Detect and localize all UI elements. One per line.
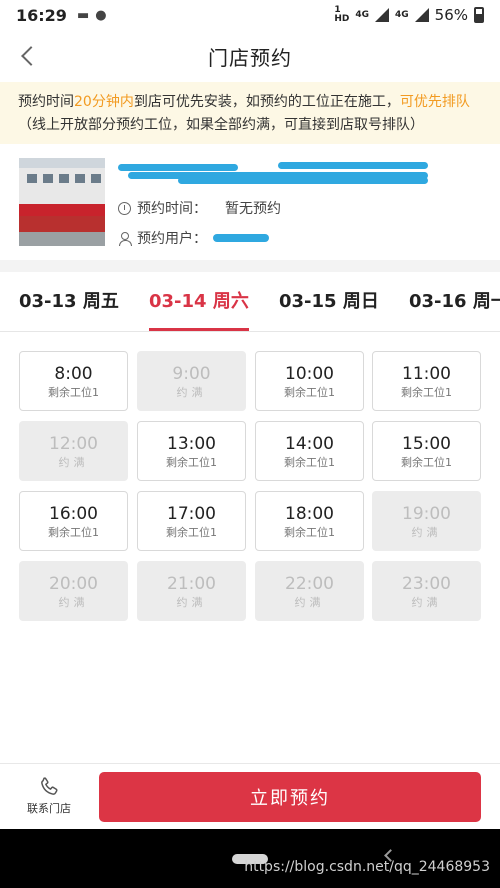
slot-status: 剩余工位1 bbox=[166, 526, 217, 539]
slot-status: 剩余工位1 bbox=[166, 456, 217, 469]
slot-time: 20:00 bbox=[49, 574, 98, 594]
time-slot: 19:00 约满 bbox=[372, 491, 481, 551]
store-card: 预约时间： 暂无预约 预约用户： bbox=[0, 150, 500, 255]
title-bar: 门店预约 bbox=[0, 30, 500, 82]
time-slot[interactable]: 15:00 剩余工位1 bbox=[372, 421, 481, 481]
date-tab-0313[interactable]: 03-13 周五 bbox=[19, 272, 119, 331]
date-tab-0315[interactable]: 03-15 周日 bbox=[279, 272, 379, 331]
slot-time: 23:00 bbox=[402, 574, 451, 594]
booking-time-label: 预约时间： bbox=[137, 201, 207, 217]
section-divider bbox=[0, 260, 500, 272]
date-tab-0314[interactable]: 03-14 周六 bbox=[149, 272, 249, 331]
time-slot[interactable]: 10:00 剩余工位1 bbox=[255, 351, 364, 411]
time-slot[interactable]: 16:00 剩余工位1 bbox=[19, 491, 128, 551]
contact-store-label: 联系门店 bbox=[27, 802, 71, 815]
slot-status: 约满 bbox=[176, 386, 207, 399]
book-now-button[interactable]: 立即预约 bbox=[99, 772, 481, 822]
time-slot: 21:00 约满 bbox=[137, 561, 246, 621]
date-tab-0316[interactable]: 03-16 周一 bbox=[409, 272, 500, 331]
notice-highlight-1: 20分钟内 bbox=[74, 94, 134, 110]
slot-time: 12:00 bbox=[49, 434, 98, 454]
time-slot: 23:00 约满 bbox=[372, 561, 481, 621]
user-icon bbox=[118, 231, 132, 246]
notice-highlight-2: 可优先排队 bbox=[399, 94, 470, 110]
notice-text-1: 预约时间 bbox=[18, 94, 74, 110]
time-slot[interactable]: 11:00 剩余工位1 bbox=[372, 351, 481, 411]
battery-icon bbox=[474, 7, 484, 23]
slot-time: 11:00 bbox=[402, 364, 451, 384]
system-nav-bar: https://blog.csdn.net/qq_24468953 bbox=[0, 829, 500, 888]
notice-text-3: （线上开放部分预约工位，如果全部约满，可直接到店取号排队） bbox=[18, 117, 424, 133]
sim-badge: 1 HD bbox=[334, 5, 350, 24]
battery-percent: 56% bbox=[434, 6, 468, 24]
slot-time: 10:00 bbox=[285, 364, 334, 384]
slot-status: 约满 bbox=[411, 526, 442, 539]
slot-status: 剩余工位1 bbox=[48, 386, 99, 399]
time-slot[interactable]: 14:00 剩余工位1 bbox=[255, 421, 364, 481]
time-slot[interactable]: 18:00 剩余工位1 bbox=[255, 491, 364, 551]
notice-text-2: 到店可优先安装，如预约的工位正在施工， bbox=[133, 94, 400, 110]
slot-time: 15:00 bbox=[402, 434, 451, 454]
slot-time: 17:00 bbox=[167, 504, 216, 524]
slot-status: 剩余工位1 bbox=[48, 526, 99, 539]
slot-time: 16:00 bbox=[49, 504, 98, 524]
slot-time: 14:00 bbox=[285, 434, 334, 454]
slot-status: 约满 bbox=[58, 596, 89, 609]
time-slot: 9:00 约满 bbox=[137, 351, 246, 411]
signal-icon-2 bbox=[414, 8, 429, 22]
bottom-bar: 联系门店 立即预约 bbox=[0, 763, 500, 829]
store-name-redacted bbox=[118, 160, 436, 184]
slot-status: 约满 bbox=[294, 596, 325, 609]
slot-time: 8:00 bbox=[54, 364, 93, 384]
booking-time-row: 预约时间： 暂无预约 bbox=[118, 198, 281, 218]
slot-time: 19:00 bbox=[402, 504, 451, 524]
slot-status: 约满 bbox=[58, 456, 89, 469]
booking-user-row: 预约用户： bbox=[118, 228, 269, 248]
page-title: 门店预约 bbox=[208, 45, 292, 70]
slot-time: 13:00 bbox=[167, 434, 216, 454]
booking-user-redacted bbox=[213, 234, 269, 242]
slot-status: 剩余工位1 bbox=[284, 526, 335, 539]
slot-time: 18:00 bbox=[285, 504, 334, 524]
booking-notice: 预约时间20分钟内到店可优先安装，如预约的工位正在施工，可优先排队 （线上开放部分… bbox=[0, 82, 500, 144]
slot-time: 21:00 bbox=[167, 574, 216, 594]
clock-icon bbox=[118, 201, 131, 215]
slot-status: 剩余工位1 bbox=[401, 386, 452, 399]
slot-status: 剩余工位1 bbox=[401, 456, 452, 469]
booking-user-label: 预约用户： bbox=[137, 231, 207, 247]
time-slot: 20:00 约满 bbox=[19, 561, 128, 621]
slot-time: 9:00 bbox=[172, 364, 211, 384]
network-2: 4G bbox=[395, 9, 409, 20]
time-slot[interactable]: 13:00 剩余工位1 bbox=[137, 421, 246, 481]
slot-time: 22:00 bbox=[285, 574, 334, 594]
time-slot[interactable]: 17:00 剩余工位1 bbox=[137, 491, 246, 551]
contact-store-button[interactable]: 联系门店 bbox=[18, 776, 80, 816]
watermark: https://blog.csdn.net/qq_24468953 bbox=[244, 859, 490, 875]
network-1: 4G bbox=[355, 9, 369, 20]
time-slot: 12:00 约满 bbox=[19, 421, 128, 481]
slot-status: 剩余工位1 bbox=[284, 456, 335, 469]
slot-status: 剩余工位1 bbox=[284, 386, 335, 399]
signal-icon bbox=[375, 8, 389, 22]
status-time: 16:29 bbox=[16, 5, 67, 25]
status-bar: 16:29 ▬ ● 1 HD 4G 4G 56% bbox=[0, 0, 500, 30]
booking-time-value: 暂无预约 bbox=[225, 201, 281, 217]
time-slot: 22:00 约满 bbox=[255, 561, 364, 621]
back-button[interactable] bbox=[14, 42, 42, 70]
store-photo bbox=[19, 158, 105, 246]
message-icon: ▬ bbox=[76, 7, 90, 23]
time-slot[interactable]: 8:00 剩余工位1 bbox=[19, 351, 128, 411]
slot-status: 约满 bbox=[411, 596, 442, 609]
slot-status: 约满 bbox=[176, 596, 207, 609]
wechat-icon: ● bbox=[95, 7, 107, 23]
date-tabs: 03-13 周五 03-14 周六 03-15 周日 03-16 周一 bbox=[0, 272, 500, 332]
phone-icon bbox=[41, 777, 58, 795]
back-arrow-icon bbox=[21, 46, 41, 66]
